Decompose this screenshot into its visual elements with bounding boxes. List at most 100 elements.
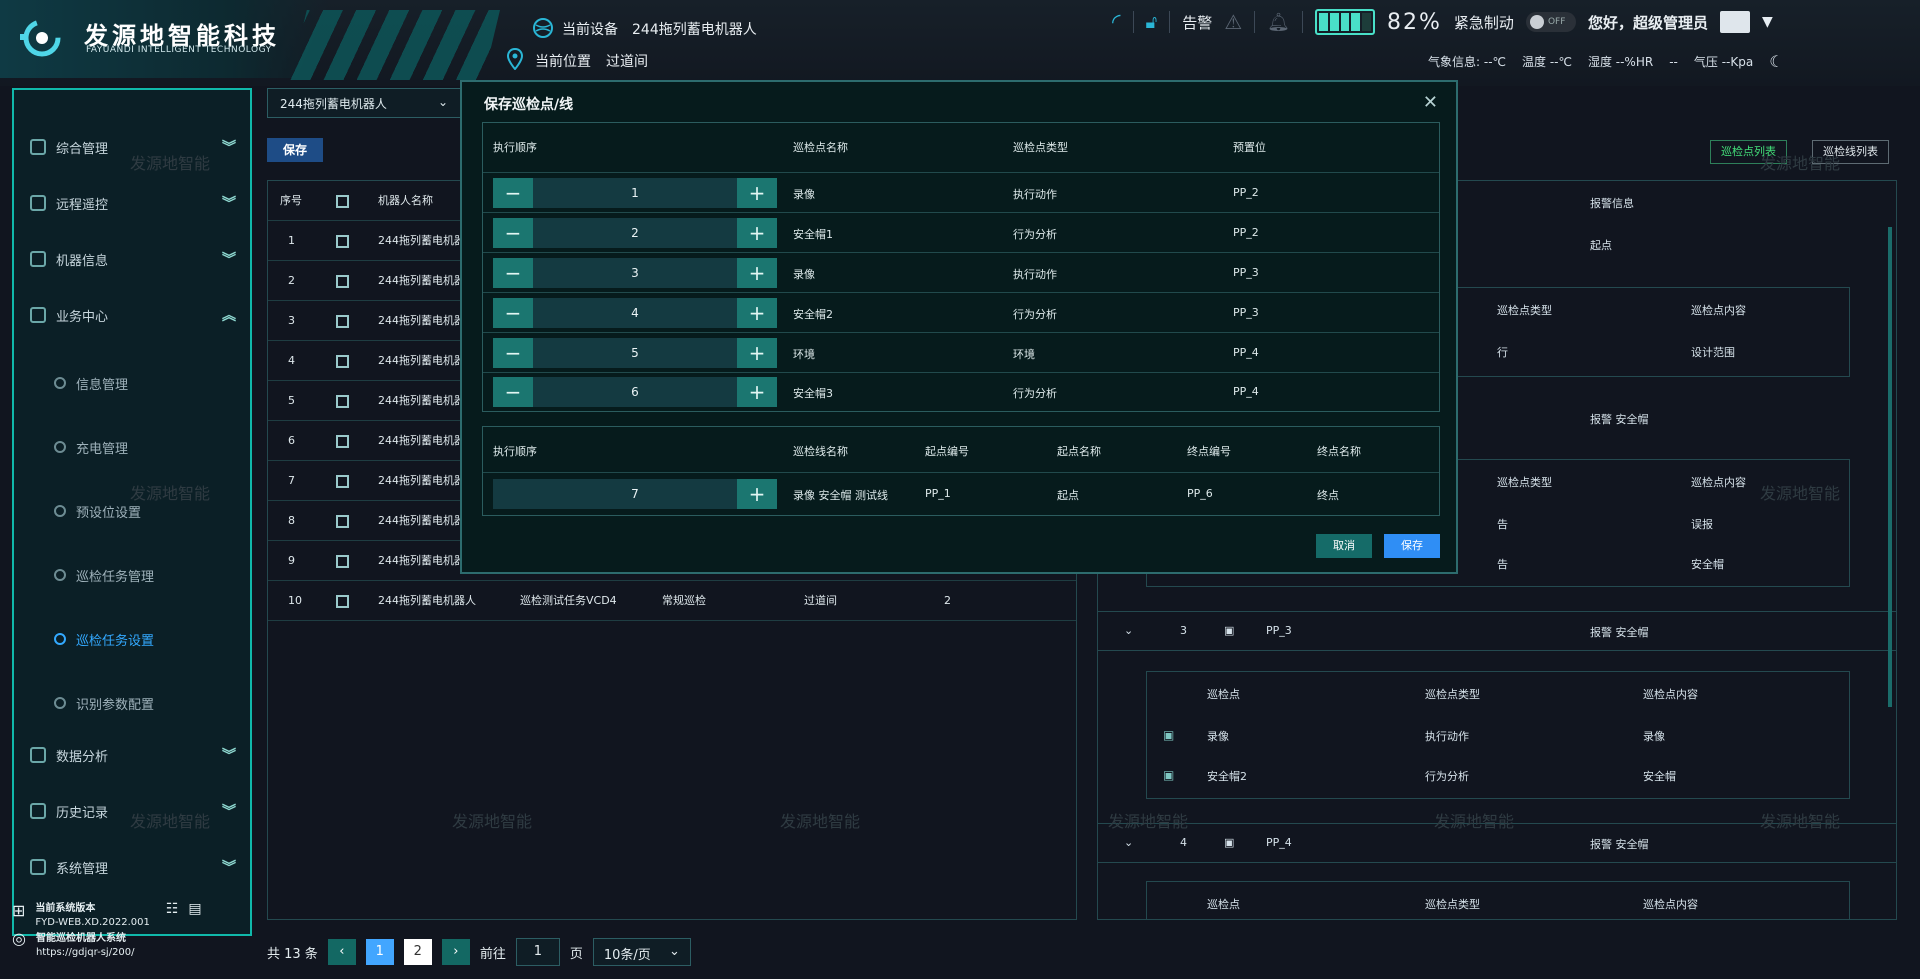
row-checkbox[interactable] (336, 461, 349, 501)
expand-icon[interactable]: ⌄ (1124, 624, 1133, 637)
order-stepper[interactable]: −4 + (493, 298, 777, 328)
sidebar-subitem-params[interactable]: 识别参数配置 (54, 688, 154, 718)
checkbox[interactable] (336, 314, 349, 328)
page-button-2[interactable]: 2 (403, 939, 432, 965)
cancel-button[interactable]: 取消 (1316, 534, 1372, 558)
prev-page-button[interactable]: ‹ (327, 939, 356, 965)
row-checkbox[interactable] (336, 541, 349, 581)
order-value[interactable]: 3 (533, 266, 737, 280)
lock-icon[interactable]: 🔓︎ (1146, 12, 1158, 33)
sidebar-subitem-task-manage[interactable]: 巡检任务管理 (54, 560, 154, 590)
header-checkbox[interactable] (336, 181, 349, 221)
minus-button[interactable]: − (493, 377, 533, 407)
scrollbar[interactable] (1888, 227, 1892, 707)
list-icon[interactable]: ☷ (166, 902, 179, 916)
sidebar-item-system[interactable]: 系统管理 ︾ (30, 850, 240, 884)
row-checkbox[interactable] (336, 341, 349, 381)
sidebar-subitem-preset[interactable]: 预设位设置 (54, 496, 141, 526)
confirm-save-button[interactable]: 保存 (1384, 534, 1440, 558)
sidebar-item-robot-info[interactable]: 机器信息 ︾ (30, 242, 240, 276)
order-stepper[interactable]: −1 + (493, 178, 777, 208)
minus-button[interactable] (493, 479, 533, 509)
order-stepper[interactable]: −5 + (493, 338, 777, 368)
row-checkbox[interactable] (336, 261, 349, 301)
checkbox[interactable] (336, 554, 349, 568)
close-icon[interactable]: ✕ (1423, 92, 1438, 113)
plus-button[interactable]: + (737, 479, 777, 509)
checkbox[interactable] (336, 394, 349, 408)
order-value[interactable]: 2 (533, 226, 737, 240)
cell-point-name: 安全帽1 (793, 228, 833, 241)
sidebar-item-remote[interactable]: 远程遥控 ︾ (30, 186, 240, 220)
goto-input[interactable]: 1 (515, 938, 560, 966)
sidebar-subitem-info[interactable]: 信息管理 (54, 368, 128, 398)
save-button[interactable]: 保存 (267, 138, 323, 162)
plus-button[interactable]: + (737, 178, 777, 208)
sidebar-subitem-charge[interactable]: 充电管理 (54, 432, 128, 462)
edit-icon[interactable]: ▣ (1163, 728, 1174, 742)
estop-toggle[interactable]: OFF (1525, 12, 1576, 32)
checkbox[interactable] (336, 474, 349, 488)
order-value[interactable]: 6 (533, 385, 737, 399)
order-stepper[interactable]: −6 + (493, 377, 777, 407)
row-checkbox[interactable] (336, 421, 349, 461)
device-select[interactable]: 244拖列蓄电机器人 ⌄ (267, 88, 461, 118)
checkbox[interactable] (336, 434, 349, 448)
checkbox[interactable] (336, 274, 349, 288)
dropdown-icon[interactable]: ▼ (1762, 14, 1773, 30)
checkbox[interactable] (336, 194, 349, 208)
edit-icon[interactable]: ▣ (1163, 768, 1174, 782)
user-card-icon[interactable] (1719, 11, 1750, 33)
page-button-1[interactable]: 1 (365, 939, 394, 965)
document-icon[interactable]: ▤ (188, 902, 201, 916)
row-checkbox[interactable] (336, 221, 349, 261)
checkbox[interactable] (336, 514, 349, 528)
bell-icon[interactable]: 🔔︎ (1267, 12, 1290, 33)
cell-robot-name: 244拖列蓄电机器人 (378, 554, 468, 567)
cell-start-no: PP_1 (925, 487, 951, 500)
row-checkbox[interactable] (336, 301, 349, 341)
order-value[interactable]: 7 (533, 487, 737, 501)
checkbox[interactable] (336, 594, 349, 608)
warning-icon[interactable]: ⚠ (1224, 10, 1242, 34)
estop-label: 紧急制动 (1453, 13, 1514, 32)
table-row[interactable]: 10 244拖列蓄电机器人 巡检测试任务VCD4 常规巡检 过道间 2 (268, 581, 1076, 621)
plus-button[interactable]: + (737, 218, 777, 248)
checkbox-checked[interactable] (336, 234, 349, 248)
sidebar-subitem-task-settings[interactable]: 巡检任务设置 (54, 624, 154, 654)
group-preset: PP_4 (1266, 836, 1292, 849)
order-stepper[interactable]: −3 + (493, 258, 777, 288)
plus-button[interactable]: + (737, 298, 777, 328)
globe-icon (533, 18, 553, 38)
system-url[interactable]: https://gdjqr-sj/200/ (36, 946, 135, 960)
inspection-line-table: 执行顺序 巡检线名称 起点编号 起点名称 终点编号 终点名称 7 + 录像 安全帽… (482, 426, 1440, 516)
plus-button[interactable]: + (737, 338, 777, 368)
order-stepper[interactable]: −2 + (493, 218, 777, 248)
page-size-select[interactable]: 10条/页 ⌄ (592, 938, 691, 966)
minus-button[interactable]: − (493, 218, 533, 248)
table-row: −6 + 安全帽3 行为分析 PP_4 (483, 373, 1439, 411)
order-stepper[interactable]: 7 + (493, 479, 777, 509)
sidebar-item-business[interactable]: 业务中心 ︽ (30, 298, 240, 332)
row-checkbox[interactable] (336, 501, 349, 541)
minus-button[interactable]: − (493, 178, 533, 208)
cell-robot-name: 244拖列蓄电机器人 (378, 354, 468, 367)
minus-button[interactable]: − (493, 258, 533, 288)
minus-button[interactable]: − (493, 298, 533, 328)
plus-button[interactable]: + (737, 377, 777, 407)
edit-icon[interactable]: ▣ (1224, 836, 1234, 849)
plus-button[interactable]: + (737, 258, 777, 288)
row-checkbox[interactable] (336, 381, 349, 421)
next-page-button[interactable]: › (441, 939, 470, 965)
order-value[interactable]: 1 (533, 186, 737, 200)
checkbox[interactable] (336, 354, 349, 368)
order-value[interactable]: 5 (533, 346, 737, 360)
minus-button[interactable]: − (493, 338, 533, 368)
table-row: 7 + 录像 安全帽 测试线 PP_1 起点 PP_6 终点 (483, 473, 1439, 515)
row-checkbox[interactable] (336, 581, 349, 621)
order-value[interactable]: 4 (533, 306, 737, 320)
group-row-3[interactable]: ⌄ 3 ▣ PP_3 报警 安全帽 (1098, 611, 1896, 651)
expand-icon[interactable]: ⌄ (1124, 836, 1133, 849)
sidebar-item-analysis[interactable]: 数据分析 ︾ (30, 738, 240, 772)
edit-icon[interactable]: ▣ (1224, 624, 1234, 637)
